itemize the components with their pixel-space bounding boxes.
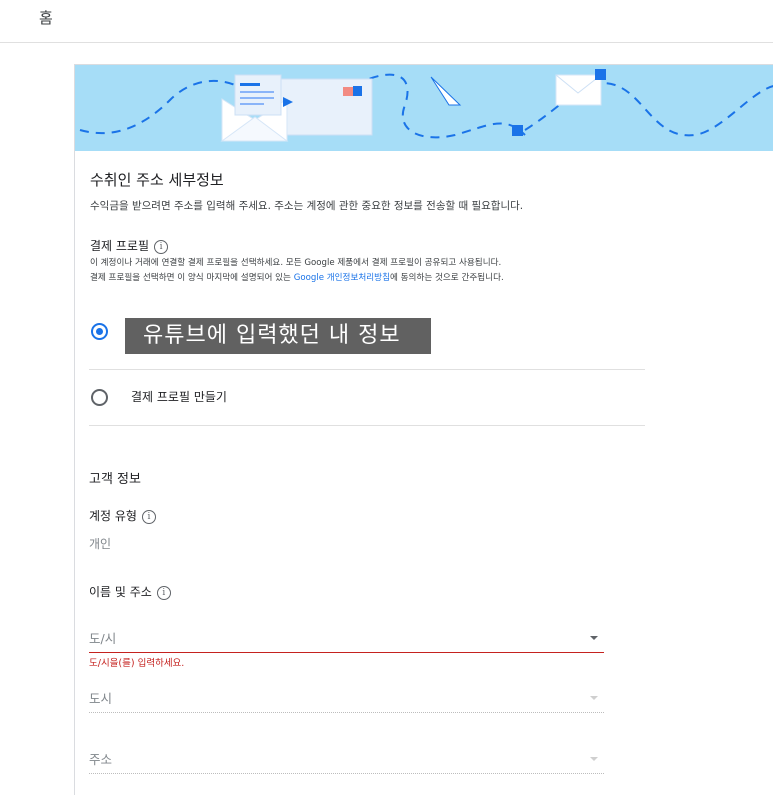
address-select[interactable]: 주소 (89, 745, 604, 774)
payment-profile-label: 결제 프로필 i (90, 237, 169, 254)
info-icon[interactable]: i (156, 585, 171, 600)
divider (89, 369, 645, 370)
province-error-message: 도/시을(를) 입력하세요. (89, 658, 185, 669)
account-type-value: 개인 (89, 537, 112, 551)
payment-profile-note-1: 이 계정이나 거래에 연결할 결제 프로필을 선택하세요. 모든 Google … (90, 258, 502, 268)
account-type-label: 계정 유형 i (89, 507, 156, 524)
create-profile-option-label[interactable]: 결제 프로필 만들기 (131, 388, 227, 405)
payment-profile-note-2: 결제 프로필을 선택하면 이 양식 마지막에 설명되어 있는 Google 개인… (90, 271, 504, 283)
name-address-label-text: 이름 및 주소 (89, 585, 152, 599)
info-icon[interactable]: i (154, 239, 169, 254)
province-select[interactable]: 도/시 (89, 624, 604, 653)
existing-profile-option-label[interactable]: 유튜브에 입력했던 내 정보 (125, 318, 431, 354)
city-placeholder: 도시 (89, 691, 113, 706)
section-title: 수취인 주소 세부정보 (90, 171, 224, 189)
radio-existing-profile[interactable] (91, 323, 108, 340)
city-select[interactable]: 도시 (89, 684, 604, 713)
home-link[interactable]: 홈 (39, 7, 53, 28)
banner-graphic (79, 69, 773, 142)
payment-profile-note-2-post: 에 동의하는 것으로 간주됩니다. (390, 273, 504, 283)
info-icon[interactable]: i (141, 509, 156, 524)
mail-banner-illustration (75, 65, 773, 151)
name-address-label: 이름 및 주소 i (89, 583, 171, 600)
account-type-label-text: 계정 유형 (89, 509, 137, 523)
divider (89, 425, 645, 426)
caret-down-icon (590, 757, 598, 761)
payment-profile-label-text: 결제 프로필 (90, 239, 150, 253)
customer-info-title: 고객 정보 (89, 472, 141, 487)
caret-down-icon (590, 636, 598, 640)
payment-profile-note-2-pre: 결제 프로필을 선택하면 이 양식 마지막에 설명되어 있는 (90, 273, 294, 283)
province-placeholder: 도/시 (89, 631, 117, 646)
privacy-policy-link[interactable]: Google 개인정보처리방침 (294, 273, 390, 283)
top-bar: 홈 (0, 0, 773, 43)
caret-down-icon (590, 696, 598, 700)
radio-create-profile[interactable] (91, 389, 108, 406)
address-placeholder: 주소 (89, 752, 113, 767)
section-description: 수익금을 받으려면 주소를 입력해 주세요. 주소는 계정에 관한 중요한 정보… (90, 200, 524, 212)
